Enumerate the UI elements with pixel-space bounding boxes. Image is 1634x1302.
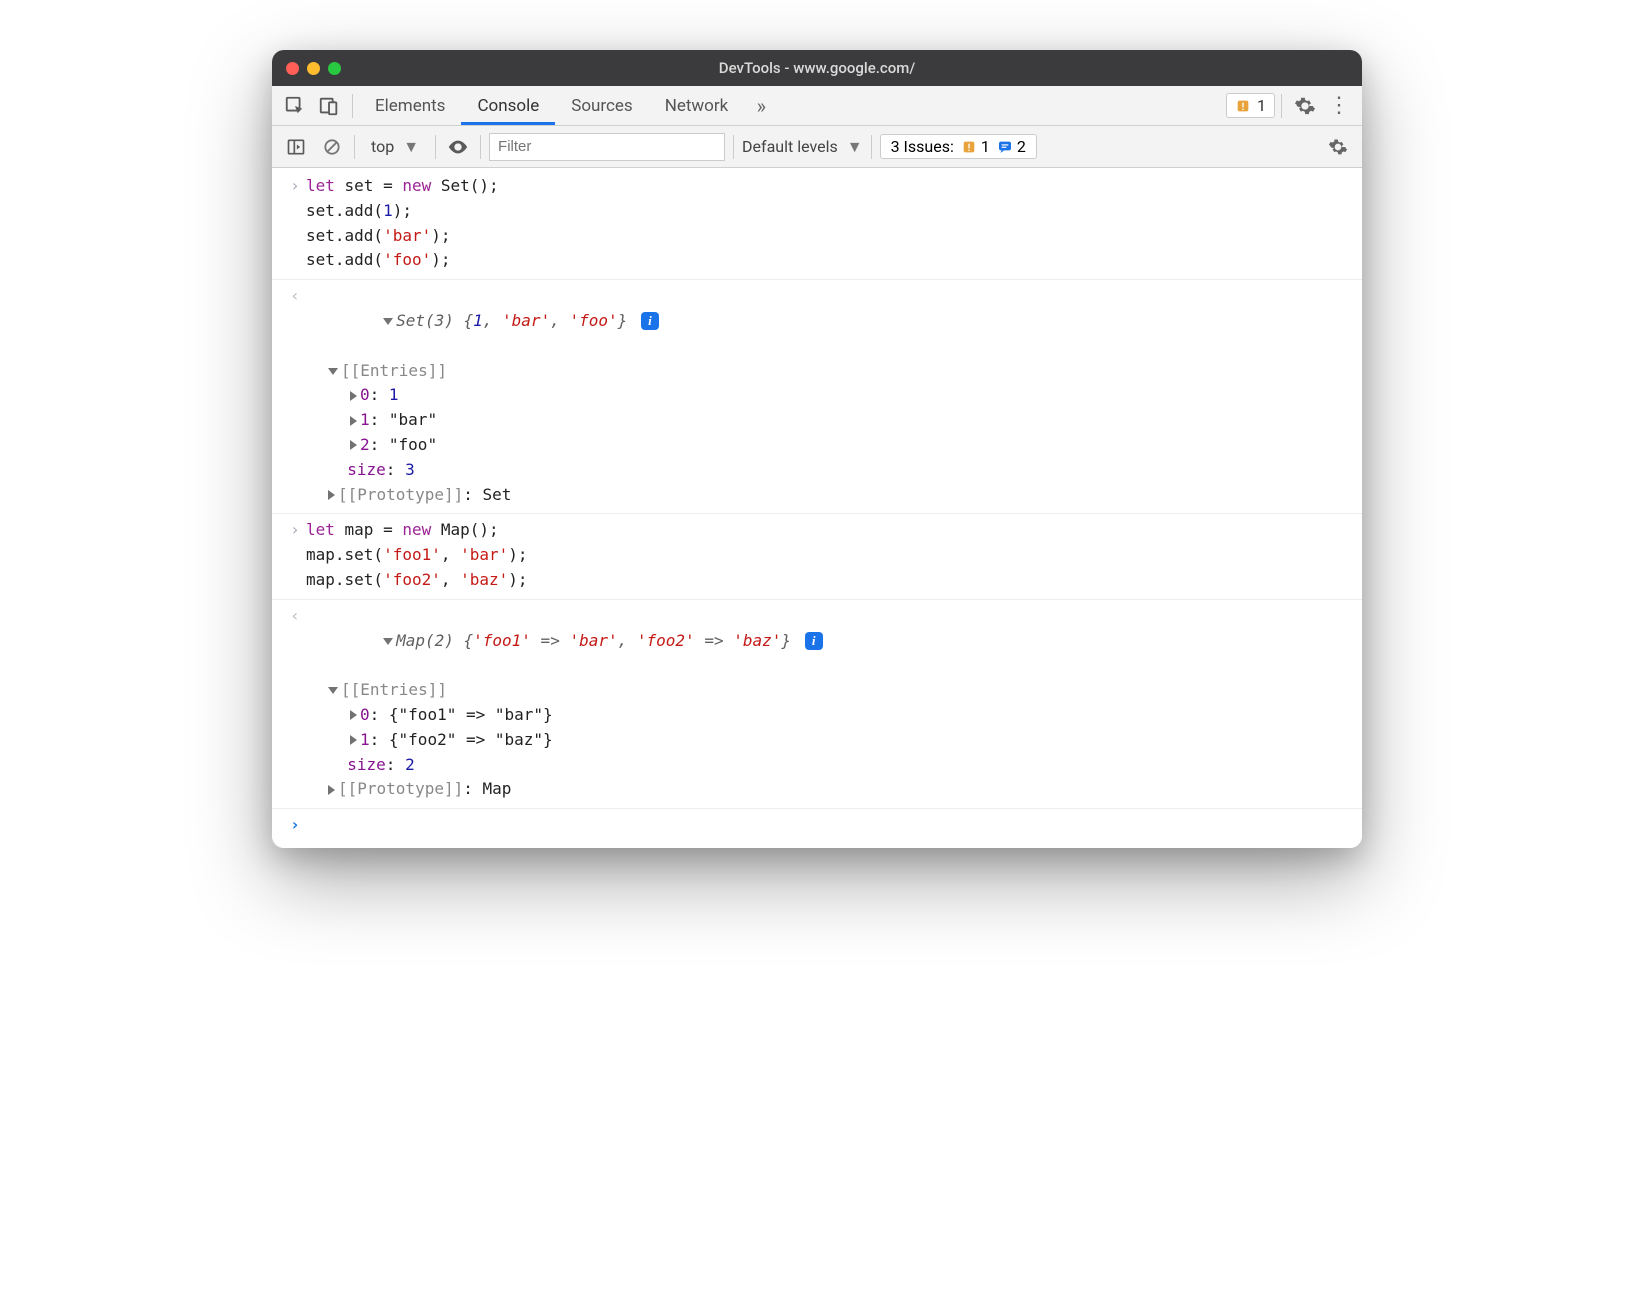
code-line[interactable]: set.add(1); xyxy=(306,199,1350,224)
code-line[interactable]: map.set('foo2', 'baz'); xyxy=(306,568,1350,593)
divider xyxy=(871,135,872,159)
code-line[interactable]: set.add('foo'); xyxy=(306,248,1350,273)
console-output-row: ‹ Set(3) {1, 'bar', 'foo'} i xyxy=(272,284,1362,358)
settings-icon[interactable] xyxy=(1288,89,1322,123)
more-tabs-icon[interactable]: » xyxy=(744,89,778,123)
object-summary[interactable]: Set(3) {1, 'bar', 'foo'} i xyxy=(306,284,1350,358)
entry-item[interactable]: 1: {"foo2" => "baz"} xyxy=(350,728,1350,753)
levels-label: Default levels xyxy=(742,137,838,156)
titlebar: DevTools - www.google.com/ xyxy=(272,50,1362,86)
console-prompt-row[interactable]: › xyxy=(272,808,1362,848)
issues-badge[interactable]: 3 Issues: 1 2 xyxy=(880,134,1037,159)
device-toolbar-icon[interactable] xyxy=(312,89,346,123)
output-indicator-icon: ‹ xyxy=(284,604,306,678)
input-prompt-icon: › xyxy=(284,174,306,199)
tab-console[interactable]: Console xyxy=(461,86,555,125)
issues-warn-count: 1 xyxy=(981,137,990,156)
code-line[interactable]: set.add('bar'); xyxy=(306,224,1350,249)
expand-toggle-icon[interactable] xyxy=(328,368,338,375)
expand-toggle-icon[interactable] xyxy=(350,391,357,401)
expand-toggle-icon[interactable] xyxy=(350,735,357,745)
issues-msg-count: 2 xyxy=(1017,137,1026,156)
divider xyxy=(435,135,436,159)
prompt-icon: › xyxy=(284,813,306,838)
warning-icon xyxy=(1235,98,1251,114)
dropdown-icon: ▼ xyxy=(847,137,863,157)
input-prompt-icon: › xyxy=(284,518,306,543)
close-window-button[interactable] xyxy=(286,62,299,75)
expand-toggle-icon[interactable] xyxy=(383,318,393,325)
expand-toggle-icon[interactable] xyxy=(328,490,335,500)
window-title: DevTools - www.google.com/ xyxy=(272,59,1362,77)
message-icon xyxy=(997,139,1013,155)
console-body: › let set = new Set(); set.add(1); set.a… xyxy=(272,168,1362,848)
toggle-sidebar-icon[interactable] xyxy=(282,133,310,161)
warnings-badge[interactable]: 1 xyxy=(1226,93,1275,118)
entry-item[interactable]: 0: 1 xyxy=(350,383,1350,408)
filter-input[interactable] xyxy=(489,133,725,161)
context-selector[interactable]: top ▼ xyxy=(363,135,427,159)
entry-item[interactable]: 1: "bar" xyxy=(350,408,1350,433)
console-input-row: › let map = new Map(); xyxy=(272,518,1362,543)
console-input-row: › let set = new Set(); xyxy=(272,174,1362,199)
info-icon[interactable]: i xyxy=(805,632,823,650)
code-line[interactable]: map.set('foo1', 'bar'); xyxy=(306,543,1350,568)
divider xyxy=(733,135,734,159)
tab-elements[interactable]: Elements xyxy=(359,86,461,125)
context-label: top xyxy=(371,137,394,156)
issues-label: 3 Issues: xyxy=(891,137,954,156)
warnings-count: 1 xyxy=(1257,96,1266,115)
devtools-window: DevTools - www.google.com/ Elements Cons… xyxy=(272,50,1362,848)
tab-sources[interactable]: Sources xyxy=(555,86,648,125)
divider xyxy=(352,94,353,118)
size-property: size: 2 xyxy=(328,753,1350,778)
expand-toggle-icon[interactable] xyxy=(328,785,335,795)
clear-console-icon[interactable] xyxy=(318,133,346,161)
entries-label[interactable]: [[Entries]] xyxy=(328,678,1350,703)
prototype-property[interactable]: [[Prototype]]: Map xyxy=(328,777,1350,802)
divider xyxy=(480,135,481,159)
inspect-element-icon[interactable] xyxy=(278,89,312,123)
window-controls xyxy=(286,62,341,75)
console-settings-icon[interactable] xyxy=(1324,133,1352,161)
warning-icon xyxy=(961,139,977,155)
expand-toggle-icon[interactable] xyxy=(350,416,357,426)
output-indicator-icon: ‹ xyxy=(284,284,306,358)
maximize-window-button[interactable] xyxy=(328,62,341,75)
dropdown-icon: ▼ xyxy=(403,137,419,157)
prototype-property[interactable]: [[Prototype]]: Set xyxy=(328,483,1350,508)
log-levels-selector[interactable]: Default levels ▼ xyxy=(742,137,863,157)
object-summary[interactable]: Map(2) {'foo1' => 'bar', 'foo2' => 'baz'… xyxy=(306,604,1350,678)
expand-toggle-icon[interactable] xyxy=(350,440,357,450)
live-expression-icon[interactable] xyxy=(444,133,472,161)
minimize-window-button[interactable] xyxy=(307,62,320,75)
divider xyxy=(1281,94,1282,118)
kebab-menu-icon[interactable]: ⋮ xyxy=(1322,89,1356,123)
console-toolbar: top ▼ Default levels ▼ 3 Issues: 1 2 xyxy=(272,126,1362,168)
divider xyxy=(354,135,355,159)
expand-toggle-icon[interactable] xyxy=(383,638,393,645)
entries-label[interactable]: [[Entries]] xyxy=(328,359,1350,384)
code-line[interactable]: let set = new Set(); xyxy=(306,174,1350,199)
code-line[interactable]: let map = new Map(); xyxy=(306,518,1350,543)
entry-item[interactable]: 2: "foo" xyxy=(350,433,1350,458)
main-tabbar: Elements Console Sources Network » 1 ⋮ xyxy=(272,86,1362,126)
info-icon[interactable]: i xyxy=(641,312,659,330)
console-output-row: ‹ Map(2) {'foo1' => 'bar', 'foo2' => 'ba… xyxy=(272,604,1362,678)
entry-item[interactable]: 0: {"foo1" => "bar"} xyxy=(350,703,1350,728)
expand-toggle-icon[interactable] xyxy=(328,687,338,694)
tab-network[interactable]: Network xyxy=(649,86,745,125)
expand-toggle-icon[interactable] xyxy=(350,710,357,720)
size-property: size: 3 xyxy=(328,458,1350,483)
